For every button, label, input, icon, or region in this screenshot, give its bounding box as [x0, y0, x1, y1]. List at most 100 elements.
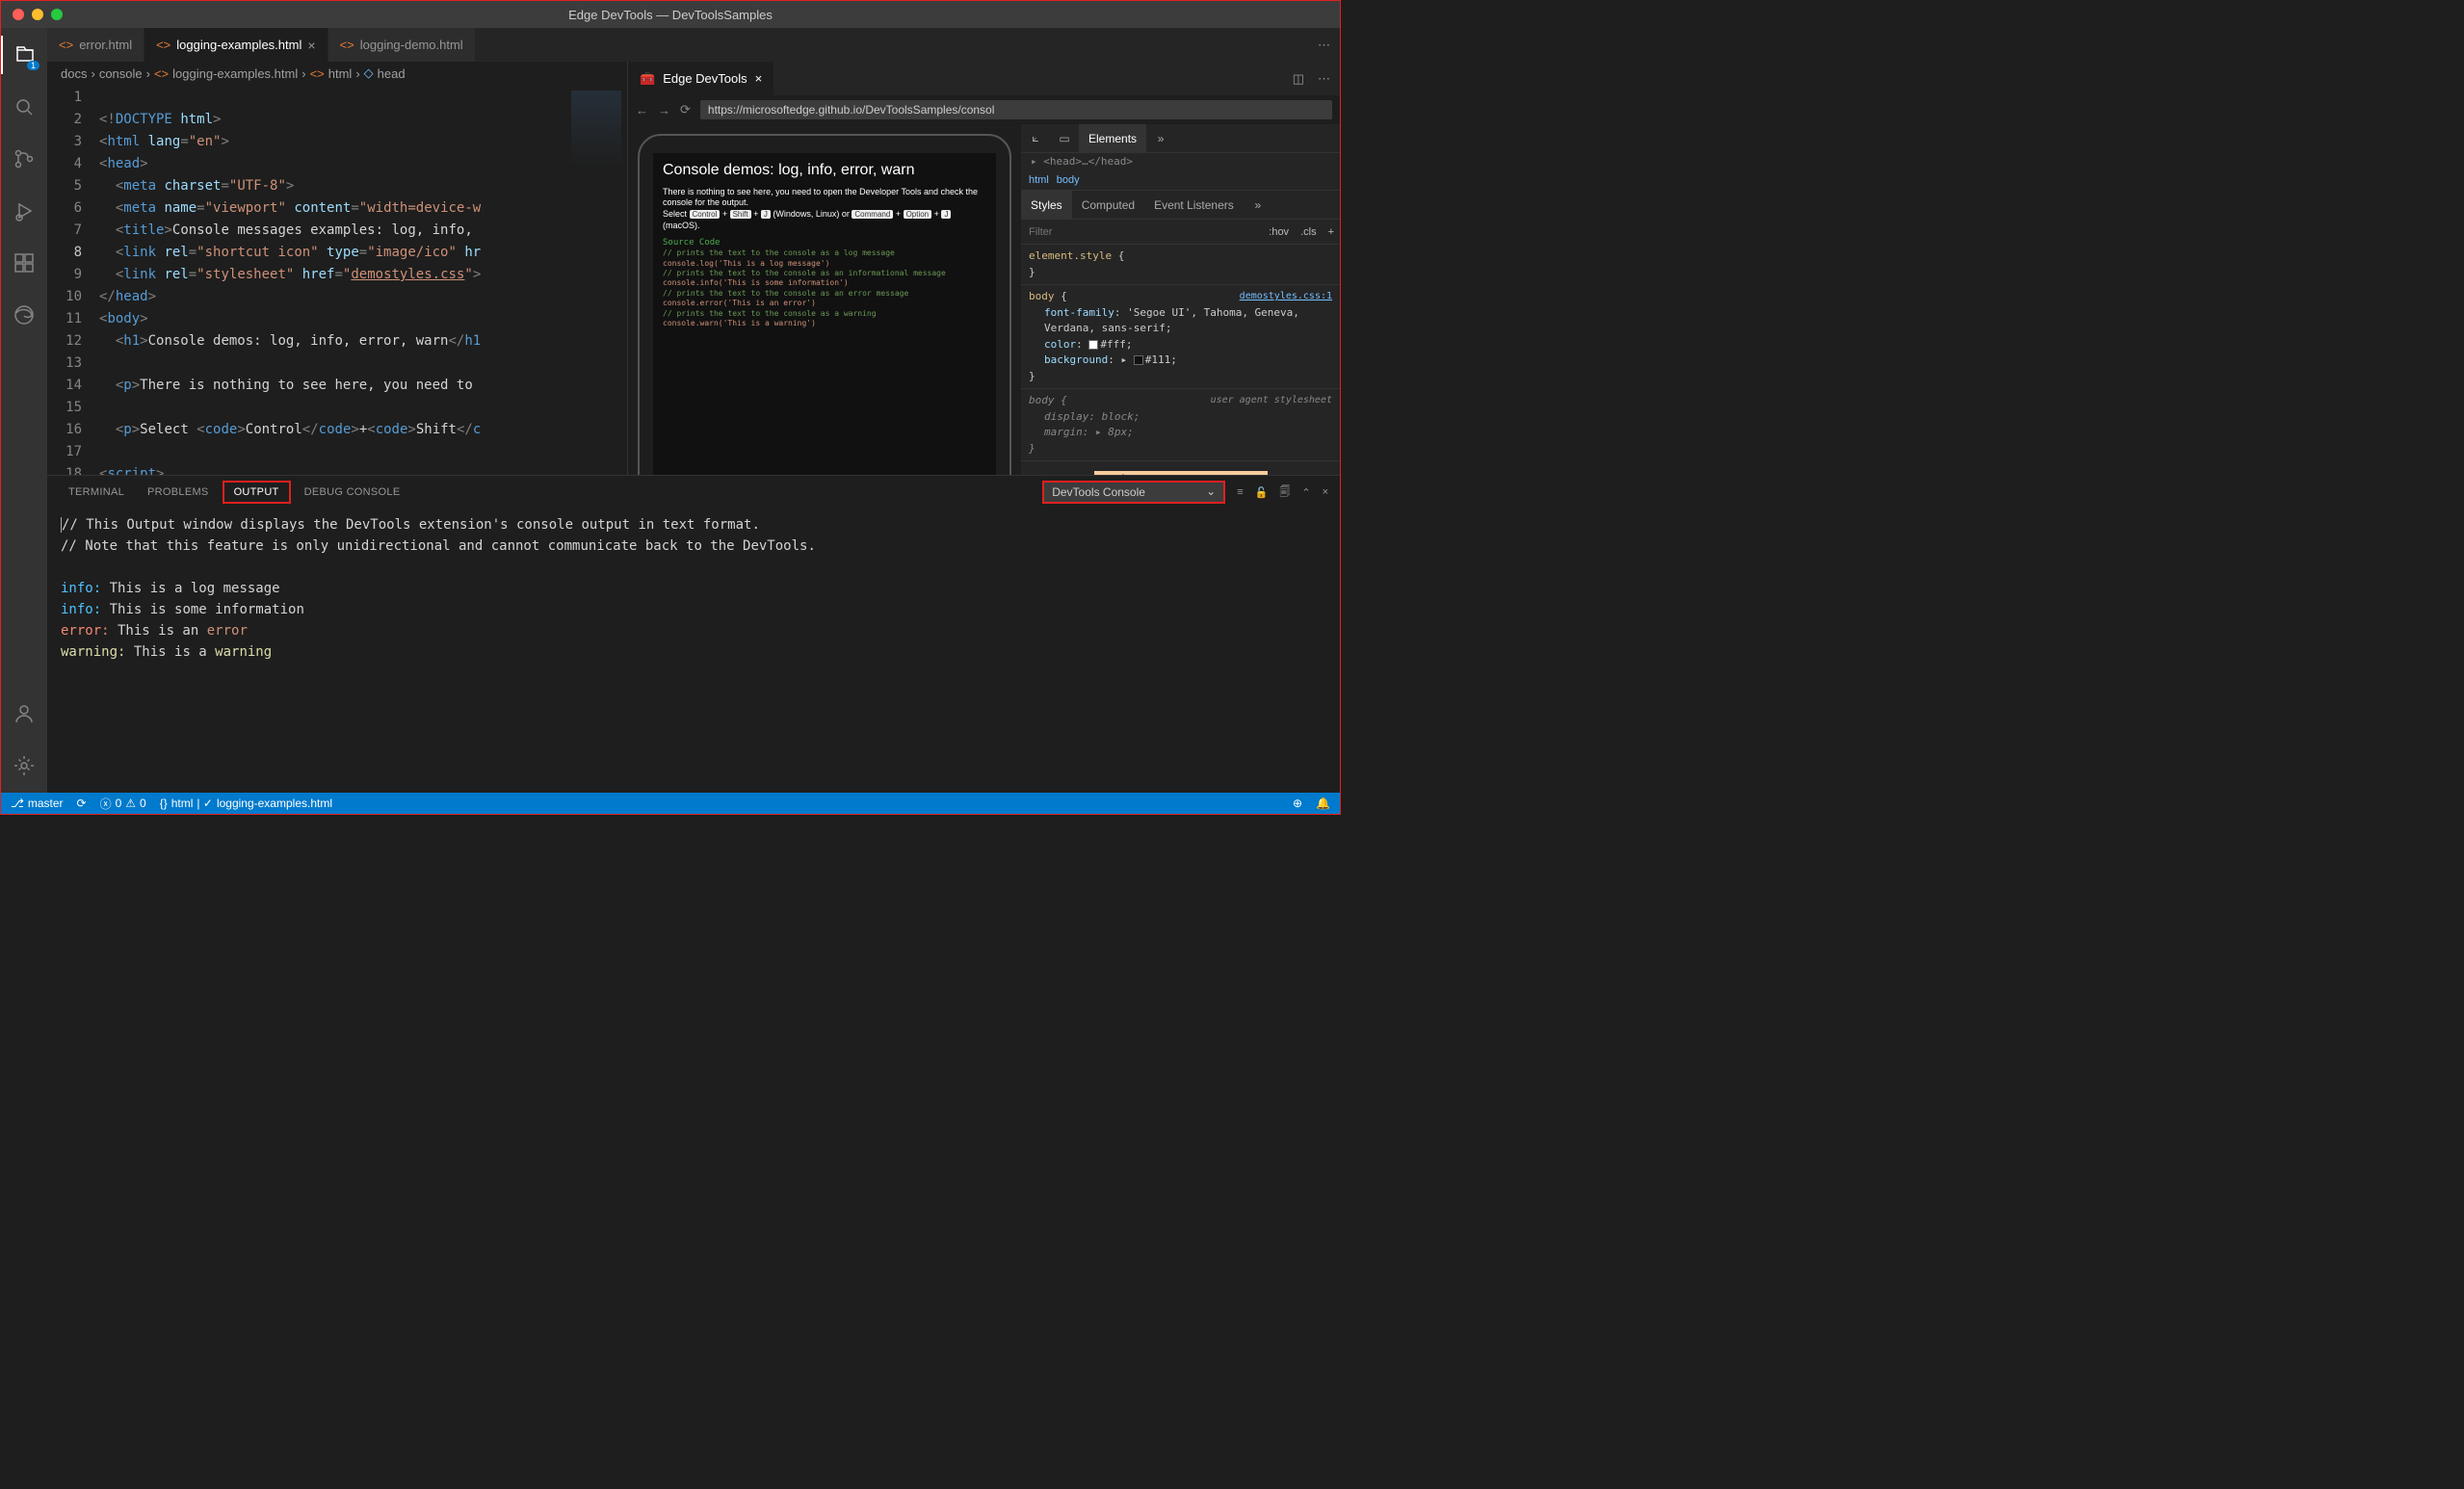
sync-icon[interactable]: ⟳ — [77, 797, 87, 810]
tab-error-html[interactable]: <> error.html — [47, 28, 144, 62]
panel-tabs: TERMINAL PROBLEMS OUTPUT DEBUG CONSOLE D… — [47, 476, 1340, 509]
close-icon[interactable]: × — [755, 71, 763, 86]
main-row: 1 <> error.html <> logging-example — [1, 28, 1340, 793]
style-rule[interactable]: demostyles.css:1 body { font-family: 'Se… — [1021, 285, 1340, 389]
window-controls — [1, 9, 63, 20]
crumb-body[interactable]: body — [1057, 174, 1080, 186]
close-window-button[interactable] — [13, 9, 24, 20]
editor-group: <> error.html <> logging-examples.html ×… — [47, 28, 1340, 793]
preview-text: Select Control + Shift + J (Windows, Lin… — [663, 209, 986, 231]
elements-tab[interactable]: Elements — [1079, 124, 1146, 152]
more-tabs-icon[interactable]: » — [1146, 124, 1175, 152]
edge-devtools-tab[interactable]: 🧰 Edge DevTools × — [628, 62, 773, 95]
status-bar: ⎇ master ⟳ ⓧ 0 ⚠ 0 {} html | ✓ logging-e… — [1, 793, 1340, 814]
inspector-tabs: ⟀ ▭ Elements » — [1021, 124, 1340, 153]
more-tabs-icon[interactable]: » — [1244, 191, 1272, 219]
html-file-icon: <> — [340, 38, 354, 52]
crumb[interactable]: logging-examples.html — [172, 66, 298, 81]
devtools-split: Console demos: log, info, error, warn Th… — [628, 124, 1340, 475]
maximize-window-button[interactable] — [51, 9, 63, 20]
select-element-icon[interactable]: ⟀ — [1021, 124, 1050, 152]
styles-tabs: Styles Computed Event Listeners » — [1021, 191, 1340, 220]
box-model: margin8 — [1094, 471, 1268, 475]
edge-icon[interactable] — [1, 296, 47, 334]
tab-label: logging-demo.html — [360, 38, 463, 52]
debug-console-tab[interactable]: DEBUG CONSOLE — [295, 483, 410, 502]
editor-tabs: <> error.html <> logging-examples.html ×… — [47, 28, 1340, 62]
reload-icon[interactable]: ⟳ — [680, 102, 691, 118]
feedback-icon[interactable]: ⊕ — [1293, 797, 1302, 810]
problems-status[interactable]: ⓧ 0 ⚠ 0 — [100, 796, 146, 812]
window-title: Edge DevTools — DevToolsSamples — [568, 8, 773, 22]
extensions-icon[interactable] — [1, 244, 47, 282]
git-branch[interactable]: ⎇ master — [11, 797, 64, 810]
styles-filter-input[interactable] — [1021, 226, 1263, 238]
devtools-toolbar: ← → ⟳ https://microsoftedge.github.io/De… — [628, 95, 1340, 124]
bottom-panel: TERMINAL PROBLEMS OUTPUT DEBUG CONSOLE D… — [47, 475, 1340, 793]
tools-icon: 🧰 — [640, 71, 655, 87]
lock-scroll-icon[interactable]: 🔓 — [1255, 486, 1269, 499]
list-icon[interactable]: ≡ — [1237, 486, 1243, 498]
notifications-icon[interactable]: 🔔 — [1316, 797, 1330, 810]
new-rule-icon[interactable]: + — [1323, 226, 1340, 238]
output-body[interactable]: // This Output window displays the DevTo… — [47, 509, 1340, 793]
breadcrumb[interactable]: docs› console› <> logging-examples.html›… — [47, 62, 627, 85]
output-channel-select[interactable]: DevTools Console — [1042, 481, 1225, 504]
search-icon[interactable] — [1, 88, 47, 126]
tab-label: error.html — [79, 38, 132, 52]
styles-filter-row: :hov .cls + — [1021, 220, 1340, 245]
styles-tab[interactable]: Styles — [1021, 191, 1072, 219]
page-render: Console demos: log, info, error, warn Th… — [653, 153, 996, 481]
source-control-icon[interactable] — [1, 140, 47, 178]
forward-icon[interactable]: → — [658, 103, 670, 118]
close-icon[interactable]: × — [307, 38, 315, 53]
editor-pane: docs› console› <> logging-examples.html›… — [47, 62, 627, 475]
inspector: ⟀ ▭ Elements » ▸ <head>…</head> html bod… — [1021, 124, 1340, 475]
crumb[interactable]: head — [378, 66, 406, 81]
split-editor-icon[interactable]: ◫ — [1293, 71, 1304, 87]
minimize-window-button[interactable] — [32, 9, 43, 20]
html-tag-icon: <> — [310, 66, 325, 81]
event-listeners-tab[interactable]: Event Listeners — [1144, 191, 1244, 219]
editor-body[interactable]: 123456789101112131415161718 <!DOCTYPE ht… — [47, 85, 627, 475]
clear-output-icon[interactable]: 🗐 — [1279, 483, 1290, 502]
tab-logging-examples[interactable]: <> logging-examples.html × — [144, 28, 328, 62]
line-gutter: 123456789101112131415161718 — [47, 85, 99, 475]
back-icon[interactable]: ← — [636, 103, 648, 118]
more-icon[interactable]: ⋯ — [1318, 71, 1330, 87]
style-rule[interactable]: element.style {} — [1021, 245, 1340, 285]
tab-logging-demo[interactable]: <> logging-demo.html — [328, 28, 476, 62]
crumb[interactable]: html — [328, 66, 353, 81]
explorer-icon[interactable]: 1 — [1, 36, 47, 74]
account-icon[interactable] — [1, 694, 47, 733]
cls-toggle[interactable]: .cls — [1295, 226, 1323, 238]
chevron-up-icon[interactable]: ⌃ — [1301, 486, 1310, 499]
style-rule-ua[interactable]: user agent stylesheet body { display: bl… — [1021, 389, 1340, 461]
crumb[interactable]: console — [99, 66, 143, 81]
hov-toggle[interactable]: :hov — [1263, 226, 1295, 238]
vscode-window: Edge DevTools — DevToolsSamples 1 <> — [0, 0, 1341, 815]
output-tab[interactable]: OUTPUT — [223, 481, 291, 504]
crumb[interactable]: docs — [61, 66, 87, 81]
rule-source-link[interactable]: demostyles.css:1 — [1240, 289, 1332, 303]
title-bar: Edge DevTools — DevToolsSamples — [1, 1, 1340, 28]
run-debug-icon[interactable] — [1, 192, 47, 230]
tab-overflow: ⋯ — [1308, 28, 1340, 62]
url-bar[interactable]: https://microsoftedge.github.io/DevTools… — [700, 100, 1332, 119]
device-toggle-icon[interactable]: ▭ — [1050, 124, 1079, 152]
code-area[interactable]: <!DOCTYPE html> <html lang="en"> <head> … — [99, 85, 565, 475]
source-code-heading: Source Code — [663, 238, 986, 249]
problems-tab[interactable]: PROBLEMS — [138, 483, 219, 502]
tab-label: Edge DevTools — [663, 71, 747, 86]
dom-tree-line[interactable]: ▸ <head>…</head> — [1021, 153, 1340, 170]
crumb-html[interactable]: html — [1029, 174, 1049, 186]
computed-tab[interactable]: Computed — [1072, 191, 1144, 219]
language-status[interactable]: {} html | ✓ logging-examples.html — [160, 797, 332, 810]
html-file-icon: <> — [59, 38, 73, 52]
settings-gear-icon[interactable] — [1, 746, 47, 785]
close-panel-icon[interactable]: × — [1323, 486, 1328, 498]
more-icon[interactable]: ⋯ — [1318, 38, 1330, 53]
terminal-tab[interactable]: TERMINAL — [59, 483, 134, 502]
panel-actions: DevTools Console ≡ 🔓 🗐 ⌃ × — [1042, 481, 1328, 504]
minimap[interactable] — [565, 85, 627, 475]
